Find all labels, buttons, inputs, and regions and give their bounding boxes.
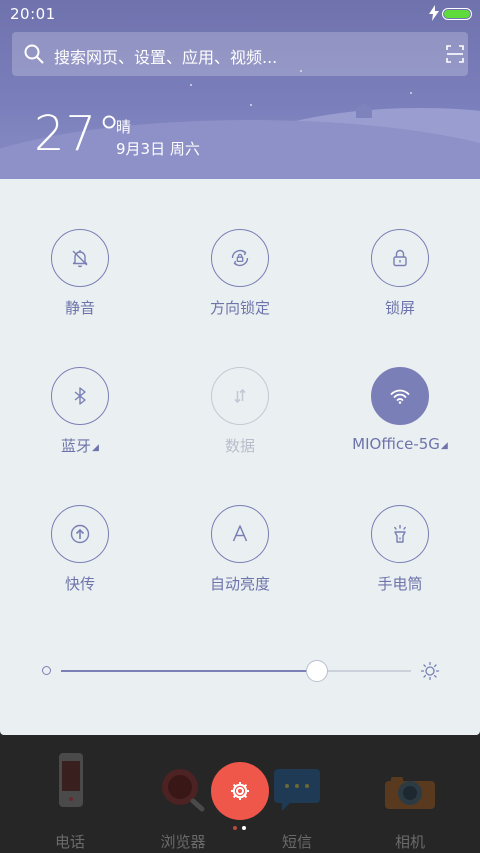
app-label: 相机 [394,833,425,851]
rotation-lock-icon [231,249,249,267]
quick-transfer-icon [70,524,90,544]
sun-icon [420,661,440,681]
gear-icon [231,782,249,800]
app-label: 短信 [281,833,312,851]
quick-settings-panel: 静音 方向锁定 锁屏 蓝牙◢ 数据 MIOffice-5G◢ 快传 自动亮度 手… [0,179,480,735]
toggle-label: 方向锁定 [209,299,270,317]
brightness-thumb[interactable] [305,660,328,682]
toggle-wifi[interactable]: MIOffice-5G◢ [320,367,480,487]
brightness-track[interactable] [61,660,411,682]
house-decoration [354,103,374,118]
toggle-mobile-data[interactable]: 数据 [160,367,320,487]
temperature: 27° [34,106,123,162]
toggle-lock-screen[interactable]: 锁屏 [320,229,480,349]
toggle-label: 自动亮度 [209,575,270,593]
clock: 20:01 [10,5,56,23]
expand-triangle-icon: ◢ [92,443,99,453]
toggle-label: 快传 [64,575,95,593]
app-label: 电话 [54,833,85,851]
page-dot [233,826,237,830]
browser-app-icon [162,769,205,812]
toggle-silent[interactable]: 静音 [0,229,160,349]
toggle-quick-transfer[interactable]: 快传 [0,505,160,625]
search-placeholder: 搜索网页、设置、应用、视频... [54,48,278,67]
battery-full-icon [442,8,472,20]
toggle-label: 数据 [224,437,255,455]
auto-brightness-icon [232,525,248,542]
status-bar: 20:01 [0,0,480,28]
toggle-label: 蓝牙 [61,437,92,455]
expand-triangle-icon: ◢ [440,441,448,451]
page-indicator [230,826,250,832]
toggle-bluetooth[interactable]: 蓝牙◢ [0,367,160,487]
messages-app-icon [274,769,320,811]
page-dot-active [242,826,246,830]
brightness-fill [61,670,317,672]
toggle-flashlight[interactable]: 手电筒 [320,505,480,625]
toggle-label: 锁屏 [384,299,415,317]
toggle-auto-brightness[interactable]: 自动亮度 [160,505,320,625]
phone-app-icon [59,753,83,807]
scan-icon[interactable] [446,45,464,63]
wifi-icon [390,389,410,404]
settings-button[interactable] [211,762,269,820]
toggle-rotation-lock[interactable]: 方向锁定 [160,229,320,349]
brightness-slider[interactable] [40,659,440,683]
app-label: 浏览器 [160,833,206,851]
search-icon [24,44,44,64]
app-camera[interactable]: 相机 [365,745,455,851]
search-bar[interactable]: 搜索网页、设置、应用、视频... [12,32,468,76]
flashlight-icon [393,525,407,543]
app-phone[interactable]: 电话 [25,745,115,851]
charging-bolt-icon [429,5,439,21]
mobile-data-icon [234,388,246,404]
toggle-label: 手电筒 [377,575,423,593]
toggle-label: MIOffice-5G [352,435,440,453]
camera-app-icon [385,777,435,809]
brightness-low-icon [42,666,51,675]
weather-condition: 晴 [116,118,132,136]
toggle-label: 静音 [64,299,95,317]
weather-date: 9月3日 周六 [116,140,200,158]
bluetooth-icon [74,387,86,405]
lock-icon [393,249,407,267]
silent-bell-icon [72,250,88,268]
